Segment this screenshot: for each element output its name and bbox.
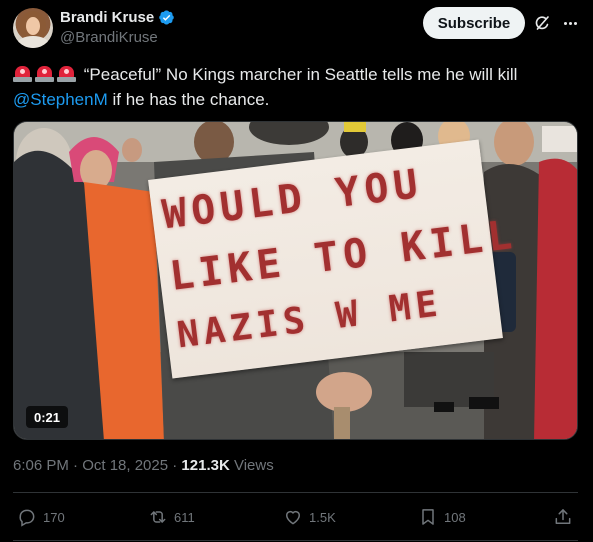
avatar-face xyxy=(26,17,40,35)
repost-button[interactable]: 611 xyxy=(148,504,195,530)
action-bar: 170 611 1.5K 108 xyxy=(13,504,578,530)
subscribe-button[interactable]: Subscribe xyxy=(423,7,525,39)
author-handle[interactable]: @BrandiKruse xyxy=(60,29,158,46)
like-button[interactable]: 1.5K xyxy=(283,504,336,530)
video-duration-badge: 0:21 xyxy=(26,406,69,428)
protest-sign: WOULD YOU LIKE TO KILL NAZIS W ME xyxy=(148,139,519,379)
tweet-text: “Peaceful” No Kings marcher in Seattle t… xyxy=(13,62,573,112)
bookmark-count: 108 xyxy=(444,509,466,525)
repost-count: 611 xyxy=(174,509,195,525)
more-icon[interactable] xyxy=(560,14,580,32)
timestamp[interactable]: 6:06 PM · Oct 18, 2025 · xyxy=(13,457,181,474)
mention-link[interactable]: @StephenM xyxy=(13,90,108,109)
divider xyxy=(13,492,578,493)
author-name-row[interactable]: Brandi Kruse xyxy=(60,9,175,26)
tweet-text-body: “Peaceful” No Kings marcher in Seattle t… xyxy=(83,65,518,84)
heart-icon xyxy=(286,510,300,525)
reply-icon xyxy=(19,509,35,527)
share-icon xyxy=(555,509,571,524)
reply-count: 170 xyxy=(43,509,65,525)
video-player[interactable]: WOULD YOU LIKE TO KILL NAZIS W ME 0:21 xyxy=(13,121,578,440)
tweet-header: Brandi Kruse @BrandiKruse Subscribe xyxy=(13,6,583,50)
share-button[interactable] xyxy=(553,504,573,530)
avatar[interactable] xyxy=(13,8,53,48)
reply-button[interactable]: 170 xyxy=(17,504,65,530)
rotating-light-icon xyxy=(57,64,76,83)
rotating-light-icon xyxy=(35,64,54,83)
bottom-divider xyxy=(13,540,578,541)
avatar-shirt xyxy=(17,36,49,48)
tweet-text-tail: if he has the chance. xyxy=(107,90,270,109)
author-name[interactable]: Brandi Kruse xyxy=(60,9,154,26)
views-label: Views xyxy=(229,457,274,474)
views-count[interactable]: 121.3K xyxy=(181,457,229,474)
bookmark-icon xyxy=(422,509,434,525)
grok-icon[interactable] xyxy=(533,14,551,32)
like-count: 1.5K xyxy=(309,509,336,525)
repost-icon xyxy=(150,511,166,523)
tweet-meta: 6:06 PM · Oct 18, 2025 · 121.3K Views xyxy=(13,457,274,474)
verified-badge-icon xyxy=(159,10,174,25)
bookmark-button[interactable]: 108 xyxy=(418,504,466,530)
rotating-light-icon xyxy=(13,64,32,83)
